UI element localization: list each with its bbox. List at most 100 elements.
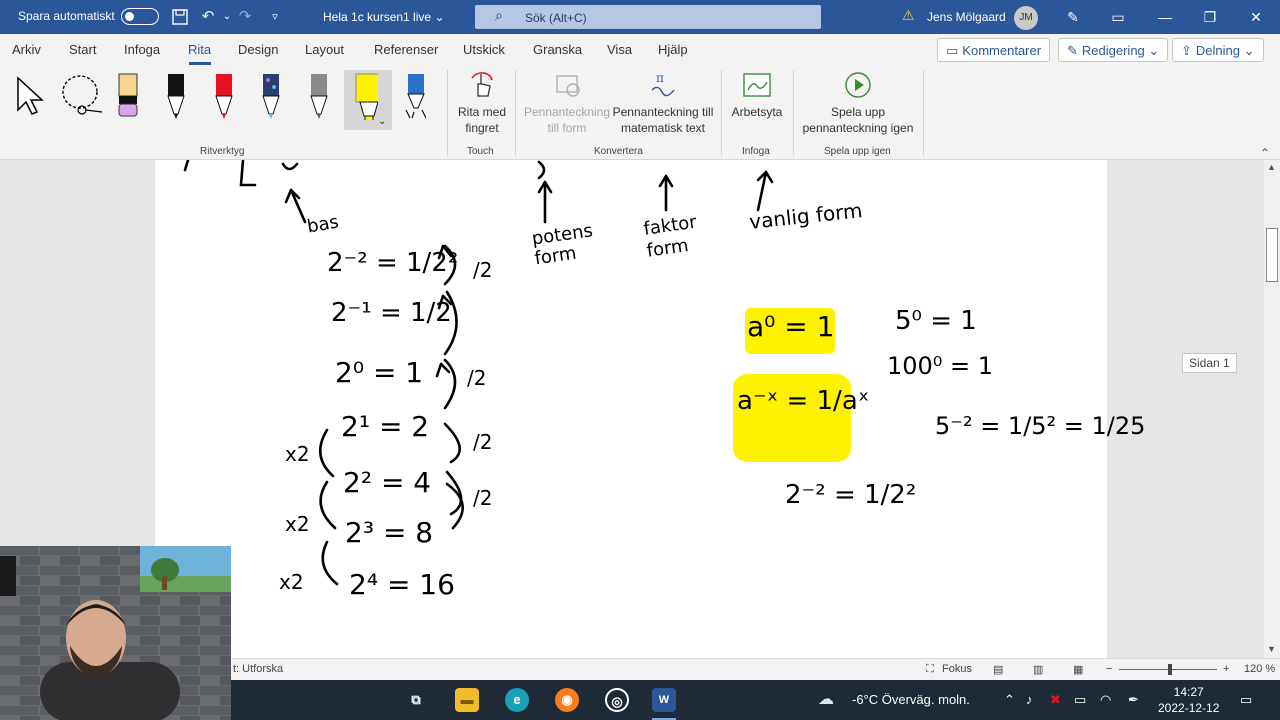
equation-2-1: 2¹ = 2 — [341, 410, 430, 443]
eraser-pen-icon[interactable] — [116, 72, 140, 120]
tab-start[interactable]: Start — [69, 42, 96, 57]
document-page[interactable]: bas potens form faktor form vanlig form … — [155, 160, 1145, 658]
pen-icon[interactable]: ✒ — [1128, 692, 1139, 708]
galaxy-pen-icon[interactable] — [259, 72, 283, 120]
status-explore[interactable]: t: Utforska — [233, 663, 283, 675]
webcam-image — [0, 546, 231, 720]
lasso-select-icon[interactable] — [58, 72, 106, 118]
group-label-touch: Touch — [467, 146, 494, 157]
comment-icon: ▭ — [946, 43, 959, 58]
ink-to-math-label[interactable]: Pennanteckning till matematisk text — [612, 104, 714, 136]
battery-icon[interactable]: ▭ — [1074, 692, 1086, 708]
webcam-overlay — [0, 546, 231, 720]
black-pen-icon[interactable] — [164, 72, 188, 120]
task-view-icon[interactable]: ⧉ — [404, 688, 428, 712]
autosave-toggle[interactable] — [121, 8, 159, 25]
scroll-up-icon[interactable]: ▲ — [1267, 162, 1276, 172]
wifi-icon[interactable]: ◠ — [1100, 692, 1111, 708]
print-layout-icon[interactable]: ▥ — [1033, 663, 1043, 676]
tab-rita[interactable]: Rita — [188, 42, 211, 57]
group-label-insert: Infoga — [742, 146, 770, 157]
weather-cloud-icon[interactable]: ☁ — [818, 689, 834, 709]
draw-with-touch-label[interactable]: Rita med fingret — [454, 104, 510, 136]
clock[interactable]: 14:27 2022-12-12 — [1158, 684, 1219, 716]
tab-granska[interactable]: Granska — [533, 42, 582, 57]
edge-icon[interactable]: e — [505, 688, 529, 712]
scroll-thumb[interactable] — [1266, 228, 1278, 282]
gray-pencil-icon[interactable] — [307, 72, 331, 120]
zoom-level[interactable]: 120 % — [1244, 663, 1275, 675]
example-2-neg2: 2⁻² = 1/2² — [785, 480, 917, 510]
tab-layout[interactable]: Layout — [305, 42, 344, 57]
close-icon[interactable]: ✕ — [1241, 4, 1271, 30]
tab-design[interactable]: Design — [238, 42, 278, 57]
minimize-icon[interactable]: — — [1150, 4, 1180, 30]
comments-button[interactable]: ▭ Kommentarer — [937, 38, 1051, 62]
tab-hjalp[interactable]: Hjälp — [658, 42, 688, 57]
web-layout-icon[interactable]: ▦ — [1073, 663, 1083, 676]
action-pen-icon[interactable] — [402, 72, 426, 120]
ink-to-math-icon[interactable]: π — [648, 70, 678, 100]
tab-arkiv[interactable]: Arkiv — [12, 42, 41, 57]
user-name[interactable]: Jens Mölgaard — [927, 10, 1006, 24]
highlighter-dropdown-icon[interactable]: ⌄ — [378, 116, 386, 127]
obs-icon[interactable]: ◎ — [605, 688, 629, 712]
notifications-icon[interactable]: ▭ — [1240, 692, 1252, 708]
save-icon[interactable] — [171, 8, 189, 26]
customize-toolbar-icon[interactable]: ▿ — [266, 8, 284, 26]
word-icon[interactable]: W — [652, 688, 676, 712]
separator — [721, 70, 722, 156]
restore-icon[interactable]: ❐ — [1195, 4, 1225, 30]
focus-icon[interactable]: ⛶ — [926, 663, 934, 676]
share-button[interactable]: ⇪ Delning ⌄ — [1172, 38, 1264, 62]
scroll-down-icon[interactable]: ▼ — [1267, 644, 1276, 654]
draw-with-touch-icon[interactable] — [468, 70, 496, 100]
separator — [447, 70, 448, 156]
redo-icon[interactable]: ↷ — [236, 8, 254, 26]
ink-replay-label[interactable]: Spela upp pennanteckning igen — [798, 104, 918, 136]
select-cursor-icon[interactable] — [14, 74, 48, 116]
ink-to-shape-icon[interactable] — [553, 70, 583, 100]
read-mode-icon[interactable]: ▤ — [993, 663, 1003, 676]
ink-replay-icon[interactable] — [843, 70, 873, 100]
show-hidden-icons-icon[interactable]: ⌃ — [1004, 692, 1015, 708]
pen-sign-icon[interactable]: ✎ — [1058, 4, 1088, 30]
search-placeholder: Sök (Alt+C) — [525, 11, 587, 25]
file-explorer-icon[interactable]: ▬ — [455, 688, 479, 712]
tab-referenser[interactable]: Referenser — [374, 42, 438, 57]
zoom-out-icon[interactable]: − — [1106, 663, 1112, 675]
mic-muted-icon[interactable]: ✖ — [1050, 692, 1061, 708]
weather-text[interactable]: -6°C Överväg. moln. — [852, 692, 970, 707]
ink-to-shape-label[interactable]: Pennanteckning till form — [522, 104, 612, 136]
drawing-canvas-icon[interactable] — [741, 70, 773, 100]
page-indicator: Sidan 1 — [1182, 353, 1237, 373]
collapse-ribbon-icon[interactable]: ⌃ — [1260, 146, 1270, 160]
arrow-label-x2: x2 — [285, 512, 310, 536]
firefox-icon[interactable]: ◉ — [555, 688, 579, 712]
focus-label[interactable]: Fokus — [942, 663, 972, 675]
avatar[interactable]: JM — [1014, 6, 1038, 30]
tab-utskick[interactable]: Utskick — [463, 42, 505, 57]
warning-icon[interactable]: ⚠ — [902, 7, 915, 24]
vertical-scrollbar[interactable]: ▲ ▼ — [1264, 160, 1280, 658]
share-icon: ⇪ — [1181, 43, 1192, 58]
document-title[interactable]: Hela 1c kursen1 live ⌄ — [323, 10, 444, 24]
clock-date: 2022-12-12 — [1158, 701, 1220, 715]
ribbon-display-icon[interactable]: ▭ — [1103, 4, 1133, 30]
zoom-in-icon[interactable]: + — [1223, 663, 1229, 675]
arrow-label-x2: x2 — [279, 570, 304, 594]
tab-infoga[interactable]: Infoga — [124, 42, 160, 57]
tab-visa[interactable]: Visa — [607, 42, 632, 57]
yellow-highlighter-icon[interactable] — [354, 72, 378, 120]
red-pen-icon[interactable] — [212, 72, 236, 120]
drawing-canvas-label[interactable]: Arbetsyta — [726, 104, 788, 120]
undo-icon[interactable]: ↶ — [199, 8, 217, 26]
search-box[interactable]: ⌕ Sök (Alt+C) — [475, 5, 821, 29]
group-label-replay: Spela upp igen — [824, 146, 891, 157]
undo-dropdown-icon[interactable]: ⌄ — [218, 8, 236, 26]
ribbon-panel: ⌄ Ritverktyg Rita med fingret Touch Penn… — [0, 66, 1280, 160]
equation-2-neg2: 2⁻² = 1/2² — [327, 248, 459, 278]
zoom-slider-thumb[interactable] — [1168, 664, 1172, 675]
speaker-icon[interactable]: ♪ — [1026, 692, 1033, 707]
editing-button[interactable]: ✎ Redigering ⌄ — [1058, 38, 1169, 62]
